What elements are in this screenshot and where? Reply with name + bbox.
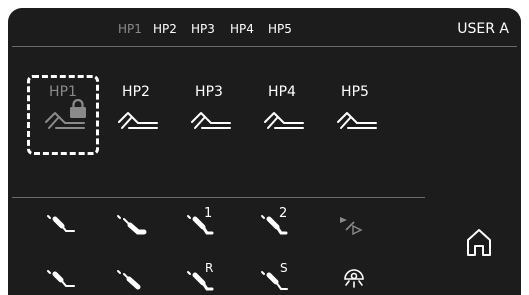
instrument-2-button[interactable] (116, 211, 156, 243)
instrument-5-button[interactable] (46, 266, 86, 295)
instrument-3-mark: 1 (204, 206, 213, 221)
tab-hp1[interactable]: HP1 (118, 22, 142, 36)
control-panel-screen: HP1 HP2 HP3 HP4 HP5 USER A HP1 HP2 HP3 H… (8, 8, 521, 295)
user-label[interactable]: USER A (457, 21, 509, 37)
handpiece-icon (118, 112, 158, 129)
tab-hp2[interactable]: HP2 (153, 22, 177, 36)
handpiece-hp5[interactable]: HP5 (327, 84, 383, 146)
instrument-8-mark: S (280, 261, 288, 275)
handpiece-hp2-label: HP2 (122, 84, 150, 100)
handpiece-icon (191, 112, 231, 129)
instrument-8-icon (261, 271, 288, 290)
instrument-4-button[interactable]: 2 (260, 206, 300, 239)
handpiece-hp4[interactable]: HP4 (254, 84, 310, 146)
instrument-7-mark: R (205, 261, 214, 275)
play-forward-button[interactable] (338, 213, 378, 245)
light-icon (344, 269, 364, 288)
bottom-divider (12, 197, 425, 198)
instrument-2-icon (117, 215, 147, 235)
instrument-3-button[interactable]: 1 (186, 206, 226, 239)
instrument-1-icon (47, 215, 75, 232)
lock-icon (70, 99, 86, 118)
handpiece-hp4-label: HP4 (268, 84, 296, 100)
instrument-6-icon (117, 270, 141, 290)
instrument-7-icon (187, 271, 214, 291)
handpiece-icon (337, 112, 377, 129)
instrument-8-button[interactable]: S (260, 261, 300, 295)
instrument-4-mark: 2 (279, 206, 288, 221)
handpiece-hp5-label: HP5 (341, 84, 369, 100)
instrument-4-icon (261, 215, 288, 235)
home-icon (467, 229, 491, 256)
instrument-3-icon (187, 215, 214, 235)
instrument-1-button[interactable] (46, 211, 86, 243)
handpiece-hp2[interactable]: HP2 (108, 84, 164, 146)
instrument-7-button[interactable]: R (186, 261, 226, 295)
tab-hp5[interactable]: HP5 (268, 22, 292, 36)
handpiece-hp1[interactable]: HP1 (35, 84, 91, 146)
handpiece-hp3[interactable]: HP3 (181, 84, 237, 146)
play-forward-icon (340, 217, 363, 236)
handpiece-hp1-label: HP1 (49, 84, 77, 100)
home-button[interactable] (464, 226, 494, 258)
handpiece-hp3-label: HP3 (195, 84, 223, 100)
tab-hp4[interactable]: HP4 (230, 22, 254, 36)
tab-hp3[interactable]: HP3 (191, 22, 215, 36)
top-divider (12, 46, 517, 47)
handpiece-icon (264, 112, 304, 129)
light-button[interactable] (340, 267, 380, 295)
instrument-5-icon (47, 270, 75, 287)
instrument-6-button[interactable] (116, 266, 156, 295)
